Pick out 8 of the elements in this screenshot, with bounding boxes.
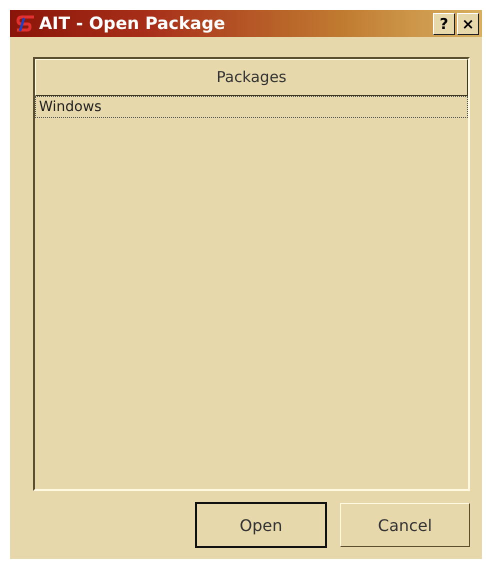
window-title: AIT - Open Package	[39, 14, 226, 34]
list-item[interactable]: Windows	[35, 96, 468, 118]
cancel-button[interactable]: Cancel	[340, 503, 470, 547]
open-button[interactable]: Open	[196, 503, 326, 547]
column-header[interactable]: Packages	[35, 59, 468, 96]
close-button[interactable]: ×	[457, 12, 479, 34]
app-logo-icon	[16, 14, 36, 32]
help-button[interactable]: ?	[433, 12, 455, 34]
